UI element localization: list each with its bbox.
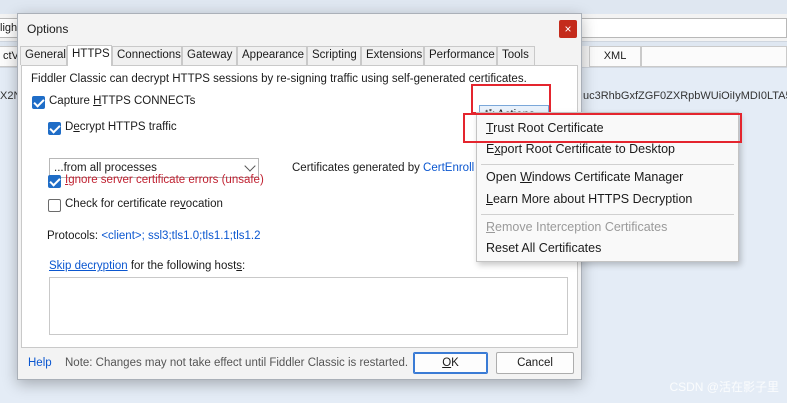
close-button[interactable]: × xyxy=(559,20,577,38)
menu-item-post: indows Certificate Manager xyxy=(531,170,684,184)
help-link[interactable]: Help xyxy=(28,357,52,369)
revocation-label-post: ocation xyxy=(185,198,223,210)
menu-item-export-root[interactable]: Export Root Certificate to Desktop xyxy=(486,142,675,156)
cancel-button[interactable]: Cancel xyxy=(496,352,574,374)
ignore-cert-errors-label[interactable]: Ignore server certificate errors (unsafe… xyxy=(65,174,264,186)
dialog-titlebar: Options × xyxy=(18,14,581,44)
tab-extensions[interactable]: Extensions xyxy=(361,46,424,65)
menu-item-post: earn More about HTTPS Decryption xyxy=(492,192,693,206)
background-token-text: uc3RhbGxfZGF0ZXRpbWUiOiIyMDI0LTA5LT xyxy=(583,90,787,102)
actions-highlight-box xyxy=(471,84,551,114)
skip-decryption-row: Skip decryption for the following hosts: xyxy=(49,260,245,272)
capture-label-pre: Capture xyxy=(49,95,94,107)
menu-item-key: W xyxy=(520,170,532,184)
menu-item-learn-more[interactable]: Learn More about HTTPS Decryption xyxy=(486,192,692,206)
protocols-link[interactable]: <client>; ssl3;tls1.0;tls1.1;tls1.2 xyxy=(101,230,260,242)
dialog-title: Options xyxy=(27,22,69,36)
revocation-checkbox[interactable] xyxy=(48,199,61,212)
restart-note: Note: Changes may not take effect until … xyxy=(65,357,409,369)
background-tab-xml-label: XML xyxy=(603,50,627,62)
menu-item-pre: Reset All Certificates xyxy=(486,241,602,255)
skip-text-pre: for the following host xyxy=(127,260,237,272)
chevron-down-icon xyxy=(244,160,256,172)
menu-item-open-cert-manager[interactable]: Open Windows Certificate Manager xyxy=(486,170,683,184)
skip-decryption-link[interactable]: Skip decryption xyxy=(49,260,128,272)
tab-gateway[interactable]: Gateway xyxy=(182,46,237,65)
menu-item-key: R xyxy=(486,220,496,234)
watermark: CSDN @活在影子里 xyxy=(669,380,779,394)
revocation-label-pre: Check for certificate re xyxy=(65,198,181,210)
decrypt-https-checkbox[interactable] xyxy=(48,122,61,135)
skip-hosts-textarea[interactable] xyxy=(49,277,568,335)
capture-https-label[interactable]: Capture HTTPS CONNECTs xyxy=(49,95,195,107)
protocols-label: Protocols: xyxy=(47,230,102,242)
tab-appearance[interactable]: Appearance xyxy=(237,46,307,65)
cert-generator-text: Certificates generated by CertEnroll e xyxy=(292,162,484,174)
ok-label-post: K xyxy=(451,357,459,369)
menu-separator xyxy=(481,164,734,165)
capture-https-checkbox[interactable] xyxy=(32,96,45,109)
decrypt-label-post: crypt HTTPS traffic xyxy=(79,121,177,133)
skip-text-post: : xyxy=(242,260,246,272)
ignore-cert-errors-checkbox[interactable] xyxy=(48,175,61,188)
background-input-text: ligh xyxy=(0,22,18,34)
background-right-input[interactable] xyxy=(580,18,787,38)
protocols-row: Protocols: <client>; ssl3;tls1.0;tls1.1;… xyxy=(47,230,261,242)
process-filter-value: ...from all processes xyxy=(54,162,157,174)
tab-scripting[interactable]: Scripting xyxy=(307,46,361,65)
cert-generator-prefix: Certificates generated by xyxy=(292,162,424,174)
tab-general[interactable]: General xyxy=(20,46,67,65)
close-icon: × xyxy=(564,22,572,36)
cert-engine-link[interactable]: CertEnroll e xyxy=(423,162,484,174)
ok-button[interactable]: OK xyxy=(413,352,488,374)
tab-performance[interactable]: Performance xyxy=(424,46,497,65)
background-tab-empty xyxy=(641,46,787,67)
tab-connections[interactable]: Connections xyxy=(112,46,182,65)
https-description: Fiddler Classic can decrypt HTTPS sessio… xyxy=(31,73,527,85)
background-tab-xml[interactable]: XML xyxy=(589,46,641,67)
menu-item-key: L xyxy=(486,192,493,206)
menu-item-reset-all[interactable]: Reset All Certificates xyxy=(486,241,601,255)
trust-root-highlight-box xyxy=(463,113,742,143)
menu-separator xyxy=(481,214,734,215)
ok-label-key: O xyxy=(442,357,452,369)
decrypt-https-label[interactable]: Decrypt HTTPS traffic xyxy=(65,121,177,133)
tab-https[interactable]: HTTPS xyxy=(67,45,112,66)
menu-item-post: port Root Certificate to Desktop xyxy=(500,142,675,156)
menu-item-pre: Open xyxy=(486,170,521,184)
menu-item-remove-interception: Remove Interception Certificates xyxy=(486,220,667,234)
capture-label-post: TTPS CONNECTs xyxy=(101,95,196,107)
menu-item-post: emove Interception Certificates xyxy=(495,220,668,234)
revocation-label[interactable]: Check for certificate revocation xyxy=(65,198,223,210)
ignore-label-post: gnore server certificate errors (unsafe) xyxy=(68,174,264,186)
tab-tools[interactable]: Tools xyxy=(497,46,535,65)
